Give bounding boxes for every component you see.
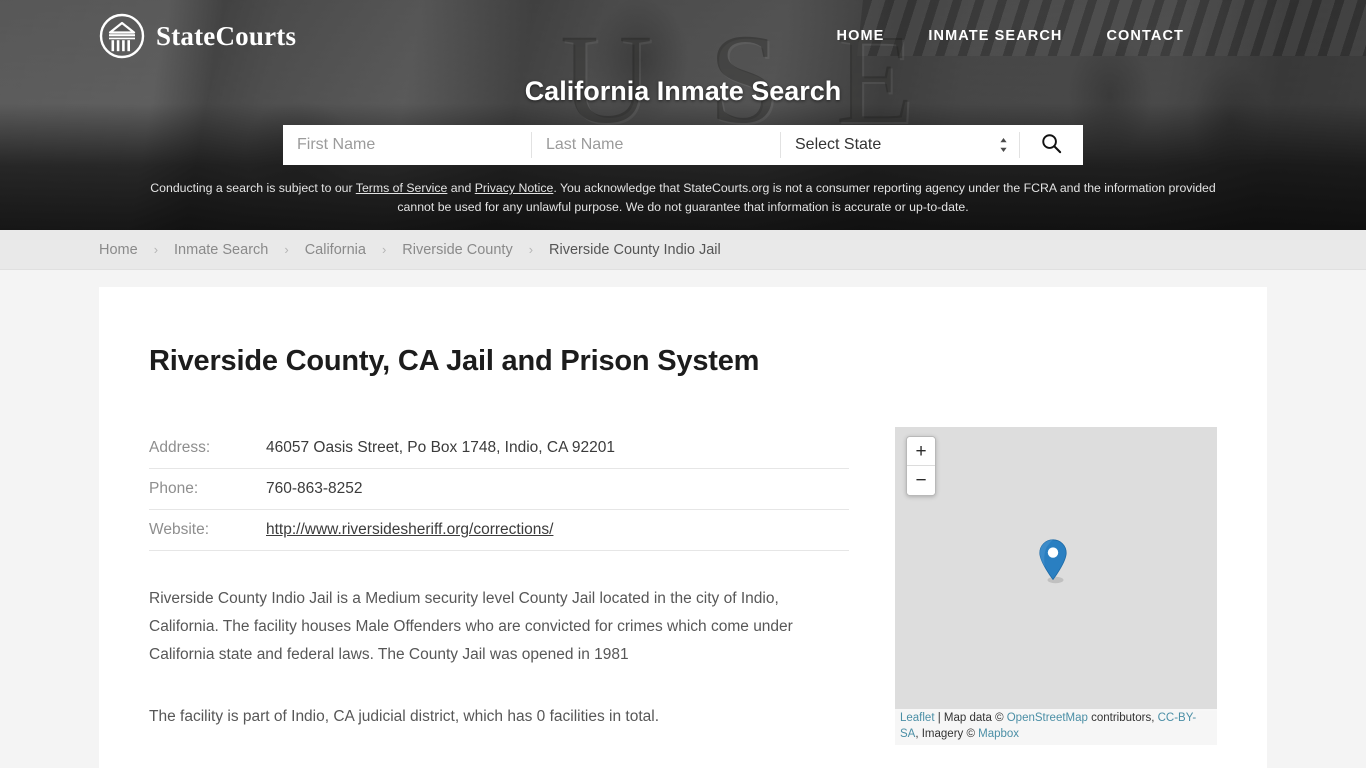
content-card: Riverside County, CA Jail and Prison Sys… — [99, 287, 1267, 768]
search-disclaimer: Conducting a search is subject to our Te… — [133, 179, 1233, 217]
website-link[interactable]: http://www.riversidesheriff.org/correcti… — [266, 521, 553, 538]
website-value-cell: http://www.riversidesheriff.org/correcti… — [266, 510, 849, 551]
terms-of-service-link[interactable]: Terms of Service — [356, 181, 448, 195]
chevron-right-icon: › — [528, 242, 534, 257]
facility-description-paragraph: Riverside County Indio Jail is a Medium … — [149, 590, 793, 663]
facility-info-table: Address: 46057 Oasis Street, Po Box 1748… — [149, 427, 849, 551]
judicial-district-paragraph: The facility is part of Indio, CA judici… — [149, 708, 659, 725]
facility-details-column: Address: 46057 Oasis Street, Po Box 1748… — [149, 427, 849, 768]
main-navigation: HOME INMATE SEARCH CONTACT — [815, 22, 1206, 50]
site-hero: USE StateCourts — [0, 0, 1366, 230]
table-row: Website: http://www.riversidesheriff.org… — [149, 510, 849, 551]
website-label: Website: — [149, 521, 210, 538]
chevron-right-icon: › — [153, 242, 159, 257]
last-name-input[interactable] — [532, 125, 780, 165]
zoom-out-button[interactable]: − — [907, 466, 935, 495]
map-zoom-controls: + − — [906, 436, 936, 496]
breadcrumb-link-inmate-search[interactable]: Inmate Search — [174, 242, 268, 258]
state-select[interactable]: Select State — [781, 125, 1019, 165]
breadcrumb-list: Home › Inmate Search › California › Rive… — [99, 242, 721, 258]
nav-item-home[interactable]: HOME — [815, 22, 907, 50]
state-select-value: Select State — [795, 136, 882, 153]
phone-value: 760-863-8252 — [266, 480, 363, 497]
zoom-in-button[interactable]: + — [907, 437, 935, 466]
table-row: Phone: 760-863-8252 — [149, 469, 849, 510]
attrib-text-2: contributors, — [1087, 712, 1158, 724]
table-row: Address: 46057 Oasis Street, Po Box 1748… — [149, 427, 849, 469]
breadcrumb-current-label: Riverside County Indio Jail — [549, 241, 721, 258]
search-submit-button[interactable] — [1020, 125, 1082, 165]
map-attribution: Leaflet | Map data © OpenStreetMap contr… — [895, 709, 1217, 745]
first-name-input[interactable] — [283, 125, 531, 165]
breadcrumb-item-california: California › — [305, 242, 403, 258]
disclaimer-text-1: Conducting a search is subject to our — [150, 181, 356, 195]
content-columns: Address: 46057 Oasis Street, Po Box 1748… — [149, 427, 1217, 768]
chevron-right-icon: › — [284, 242, 289, 257]
brand-logo-link[interactable]: StateCourts — [99, 13, 296, 59]
search-icon — [1040, 132, 1063, 158]
breadcrumb-link-home[interactable]: Home — [99, 242, 138, 258]
address-value: 46057 Oasis Street, Po Box 1748, Indio, … — [266, 439, 615, 456]
chevron-right-icon: › — [381, 242, 387, 257]
leaflet-link[interactable]: Leaflet — [900, 712, 935, 724]
attrib-text-3: , Imagery © — [915, 728, 979, 740]
map-pin-icon[interactable] — [1039, 539, 1069, 585]
breadcrumb-item-current: Riverside County Indio Jail — [549, 242, 721, 258]
hero-title: California Inmate Search — [524, 76, 842, 106]
disclaimer-text-2: and — [447, 181, 475, 195]
mapbox-link[interactable]: Mapbox — [978, 728, 1019, 740]
address-label: Address: — [149, 439, 211, 456]
breadcrumb: Home › Inmate Search › California › Rive… — [0, 230, 1366, 270]
breadcrumb-link-california[interactable]: California — [305, 242, 366, 258]
page-title: Riverside County, CA Jail and Prison Sys… — [149, 345, 760, 377]
top-bar: StateCourts HOME INMATE SEARCH CONTACT — [0, 0, 1366, 72]
breadcrumb-link-riverside-county[interactable]: Riverside County — [402, 242, 512, 258]
attrib-sep: | — [934, 712, 944, 724]
inmate-search-form: Select State — [283, 125, 1083, 165]
attrib-text-1: Map data © — [943, 712, 1007, 724]
phone-label: Phone: — [149, 480, 199, 497]
privacy-notice-link[interactable]: Privacy Notice — [475, 181, 554, 195]
openstreetmap-link[interactable]: OpenStreetMap — [1007, 712, 1088, 724]
nav-item-contact[interactable]: CONTACT — [1084, 22, 1206, 50]
breadcrumb-item-riverside-county: Riverside County › — [402, 242, 549, 258]
courthouse-circle-icon — [99, 13, 145, 59]
leaflet-map[interactable]: + − Leaflet | Map data © OpenStreetMap c… — [895, 427, 1217, 745]
brand-name: StateCourts — [156, 20, 297, 51]
chevron-up-down-icon — [998, 136, 1009, 154]
breadcrumb-item-home: Home › — [99, 242, 174, 258]
breadcrumb-item-inmate-search: Inmate Search › — [174, 242, 305, 258]
page-body: Riverside County, CA Jail and Prison Sys… — [0, 287, 1366, 768]
map-column: + − Leaflet | Map data © OpenStreetMap c… — [895, 427, 1217, 768]
nav-item-inmate-search[interactable]: INMATE SEARCH — [906, 22, 1084, 50]
